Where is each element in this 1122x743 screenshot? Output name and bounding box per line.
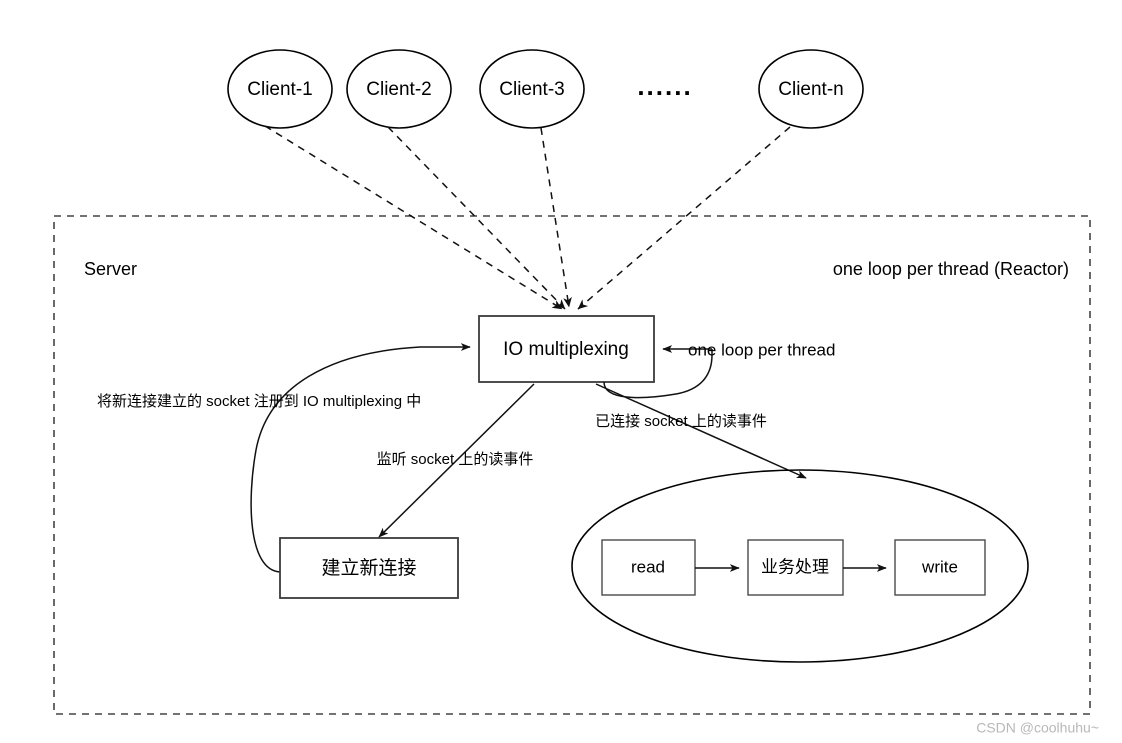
new-connection-label: 建立新连接: [321, 557, 416, 579]
client-node-3[interactable]: Client-3: [479, 49, 585, 129]
process-node[interactable]: 业务处理: [747, 539, 844, 596]
client-n-label: Client-n: [778, 79, 843, 100]
edge-client3-to-io: [540, 127, 572, 308]
io-multiplexing-label: IO multiplexing: [503, 339, 629, 360]
server-boundary: [53, 215, 1091, 715]
edge-client1-to-io: [264, 125, 563, 310]
watermark-label: CSDN @coolhuhu~: [976, 720, 1099, 736]
client-1-label: Client-1: [247, 79, 312, 100]
read-node[interactable]: read: [601, 539, 696, 596]
new-connection-node[interactable]: 建立新连接: [279, 537, 459, 599]
listen-read-event-label: 监听 socket 上的读事件: [377, 451, 534, 468]
io-multiplexing-node[interactable]: IO multiplexing: [478, 315, 655, 383]
connected-read-event-label: 已连接 socket 上的读事件: [595, 413, 767, 430]
process-label: 业务处理: [761, 557, 829, 576]
client-2-label: Client-2: [366, 79, 431, 100]
edge-connected-read-event: [595, 383, 807, 479]
server-label: Server: [84, 259, 137, 279]
register-socket-label: 将新连接建立的 socket 注册到 IO multiplexing 中: [97, 393, 421, 410]
reactor-architecture-diagram: Server one loop per thread (Reactor) Cli…: [53, 49, 1099, 736]
clients-ellipsis: ......: [637, 71, 692, 101]
client-node-2[interactable]: Client-2: [346, 49, 452, 129]
one-loop-per-thread-label: one loop per thread: [688, 340, 835, 359]
write-label: write: [921, 557, 958, 576]
read-label: read: [631, 557, 665, 576]
client-node-n[interactable]: Client-n: [758, 49, 864, 129]
client-node-1[interactable]: Client-1: [227, 49, 333, 129]
reactor-subtitle-label: one loop per thread (Reactor): [833, 259, 1069, 279]
edge-clientn-to-io: [577, 126, 791, 310]
client-3-label: Client-3: [499, 79, 564, 100]
write-node[interactable]: write: [894, 539, 986, 596]
